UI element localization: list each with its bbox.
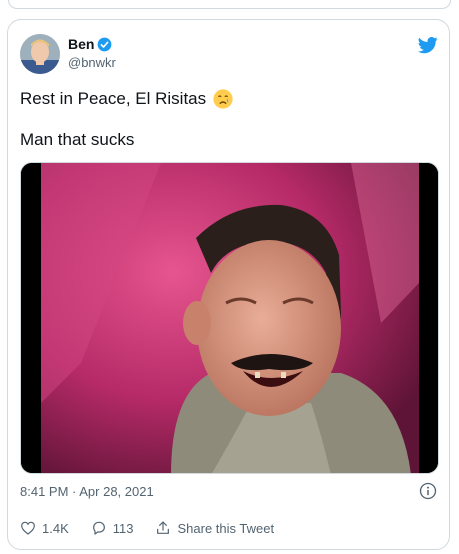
reply-button[interactable]: 113 <box>91 520 134 536</box>
avatar[interactable] <box>20 34 60 74</box>
author-name[interactable]: Ben <box>68 36 94 52</box>
tweet-text-line-1: Rest in Peace, El Risitas <box>20 88 234 110</box>
reply-count: 113 <box>112 520 134 536</box>
author-name-row[interactable]: Ben <box>68 36 112 52</box>
reply-icon <box>91 520 107 536</box>
share-icon <box>155 520 171 536</box>
author-handle[interactable]: @bnwkr <box>68 55 116 70</box>
tweet-text-1: Rest in Peace, El Risitas <box>20 89 207 108</box>
tweet-media-image[interactable] <box>20 162 439 474</box>
share-label: Share this Tweet <box>177 520 275 536</box>
heart-icon <box>20 520 36 536</box>
verified-badge-icon <box>97 37 112 52</box>
previous-card-edge <box>8 0 451 9</box>
twitter-bird-icon[interactable] <box>417 35 439 55</box>
share-button[interactable]: Share this Tweet <box>155 520 274 536</box>
info-icon[interactable] <box>419 482 437 500</box>
like-button[interactable]: 1.4K <box>20 520 69 536</box>
like-count: 1.4K <box>42 520 69 536</box>
tweet-actions: 1.4K 113 Share this Tweet <box>20 520 296 536</box>
tweet-timestamp[interactable]: 8:41 PM · Apr 28, 2021 <box>20 484 154 499</box>
tweet-text-2: Man that sucks <box>20 130 135 149</box>
crying-face-icon <box>212 88 234 110</box>
tweet-card[interactable]: Ben @bnwkr Rest in Peace, El Risitas Man… <box>7 19 450 550</box>
